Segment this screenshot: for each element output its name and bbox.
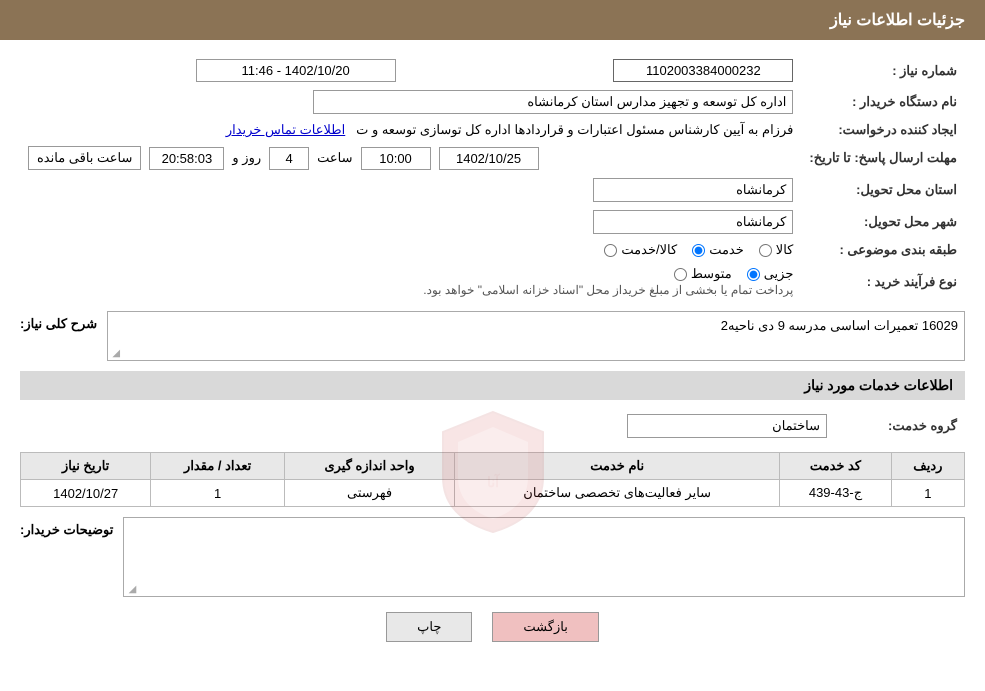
noe-radio-group: متوسط جزیی bbox=[674, 266, 794, 282]
col-tedad: تعداد / مقدار bbox=[151, 453, 285, 480]
noe-option-jozi[interactable]: جزیی bbox=[747, 266, 794, 282]
tarikh-elam-value: 1402/10/20 - 11:46 bbox=[196, 59, 396, 82]
shahr-value-cell: کرمانشاه bbox=[20, 206, 801, 238]
cell-tarikh: 1402/10/27 bbox=[21, 480, 151, 507]
tarikh-label-cell bbox=[404, 55, 454, 86]
mohlat-saat-mande-label: ساعت باقی مانده bbox=[28, 146, 141, 170]
tabaqa-label: طبقه بندی موضوعی : bbox=[801, 238, 965, 262]
services-table: ردیف کد خدمت نام خدمت واحد اندازه گیری ت… bbox=[20, 452, 965, 507]
nam-dastgah-value-cell: اداره کل توسعه و تجهیز مدارس استان کرمان… bbox=[20, 86, 801, 118]
page-title: جزئیات اطلاعات نیاز bbox=[830, 12, 965, 29]
ostan-value-cell: کرمانشاه bbox=[20, 174, 801, 206]
tabaqa-radio-kala-khedmat[interactable] bbox=[604, 244, 617, 257]
col-tarikh: تاریخ نیاز bbox=[21, 453, 151, 480]
tabaqa-radio-khedmat[interactable] bbox=[692, 244, 705, 257]
sharh-label: شرح کلی نیاز: bbox=[20, 311, 97, 332]
ijad-label: ایجاد کننده درخواست: bbox=[801, 118, 965, 142]
noe-option-motavasset[interactable]: متوسط bbox=[674, 266, 732, 282]
tabaqa-radio-kala[interactable] bbox=[759, 244, 772, 257]
cell-nam: سایر فعالیت‌های تخصصی ساختمان bbox=[455, 480, 780, 507]
resize-handle-tozihat: ◢ bbox=[126, 584, 136, 594]
table-header-row: ردیف کد خدمت نام خدمت واحد اندازه گیری ت… bbox=[21, 453, 965, 480]
tozihat-label: توضیحات خریدار: bbox=[20, 517, 113, 538]
noe-label: نوع فرآیند خرید : bbox=[801, 262, 965, 301]
noe-value-cell: متوسط جزیی پرداخت تمام یا بخشی از مبلغ خ… bbox=[20, 262, 801, 301]
tabaqa-label-kala: کالا bbox=[776, 242, 794, 258]
tabaqa-label-kala-khedmat: کالا/خدمت bbox=[621, 242, 677, 258]
mohlat-date: 1402/10/25 bbox=[439, 147, 539, 170]
ostan-value: کرمانشاه bbox=[593, 178, 793, 202]
ijad-value-cell: فرزام به آیین کارشناس مسئول اعتبارات و ق… bbox=[20, 118, 801, 142]
grooh-value: ساختمان bbox=[627, 414, 827, 438]
services-table-head: ردیف کد خدمت نام خدمت واحد اندازه گیری ت… bbox=[21, 453, 965, 480]
shahr-label: شهر محل تحویل: bbox=[801, 206, 965, 238]
tabaqa-value-cell: کالا/خدمت خدمت کالا bbox=[20, 238, 801, 262]
basic-info-table: شماره نیاز : 1102003384000232 1402/10/20… bbox=[20, 55, 965, 301]
sharh-value: 16029 تعمیرات اساسی مدرسه 9 دی ناحیه2 bbox=[721, 318, 958, 333]
ostan-label: استان محل تحویل: bbox=[801, 174, 965, 206]
resize-handle-sharh: ◢ bbox=[110, 348, 120, 358]
nam-dastgah-value: اداره کل توسعه و تجهیز مدارس استان کرمان… bbox=[313, 90, 793, 114]
shomara-value-cell: 1102003384000232 bbox=[453, 55, 801, 86]
mohlat-value-cell: ساعت باقی مانده 20:58:03 روز و 4 ساعت 10… bbox=[20, 142, 801, 174]
mohlat-label: مهلت ارسال پاسخ: تا تاریخ: bbox=[801, 142, 965, 174]
grooh-table: گروه خدمت: ساختمان bbox=[20, 410, 965, 442]
shomara-label: شماره نیاز : bbox=[801, 55, 965, 86]
table-row: 1 ج-43-439 سایر فعالیت‌های تخصصی ساختمان… bbox=[21, 480, 965, 507]
row-shahr: شهر محل تحویل: کرمانشاه bbox=[20, 206, 965, 238]
tozihat-box: ◢ bbox=[123, 517, 965, 597]
button-row: بازگشت چاپ bbox=[20, 612, 965, 642]
noe-radio-motavasset[interactable] bbox=[674, 268, 687, 281]
tabaqa-label-khedmat: خدمت bbox=[709, 242, 744, 258]
row-ostan: استان محل تحویل: کرمانشاه bbox=[20, 174, 965, 206]
mohlat-rooz-value: 4 bbox=[269, 147, 309, 170]
col-kod: کد خدمت bbox=[780, 453, 892, 480]
row-ijad: ایجاد کننده درخواست: فرزام به آیین کارشن… bbox=[20, 118, 965, 142]
row-noe: نوع فرآیند خرید : متوسط جزیی پرداخت تم bbox=[20, 262, 965, 301]
cell-radif: 1 bbox=[891, 480, 964, 507]
ijad-link[interactable]: اطلاعات تماس خریدار bbox=[226, 122, 345, 137]
col-vahed: واحد اندازه گیری bbox=[284, 453, 454, 480]
shomara-value: 1102003384000232 bbox=[613, 59, 793, 82]
tabaqa-option-kala[interactable]: کالا bbox=[759, 242, 794, 258]
services-section-title: اطلاعات خدمات مورد نیاز bbox=[20, 371, 965, 400]
tabaqa-option-kala-khedmat[interactable]: کالا/خدمت bbox=[604, 242, 677, 258]
shahr-value: کرمانشاه bbox=[593, 210, 793, 234]
ijad-value-text: فرزام به آیین کارشناس مسئول اعتبارات و ق… bbox=[356, 122, 793, 137]
noe-radio-jozi[interactable] bbox=[747, 268, 760, 281]
grooh-label: گروه خدمت: bbox=[835, 410, 965, 442]
tarikh-value-cell: 1402/10/20 - 11:46 bbox=[20, 55, 404, 86]
row-nam-dastgah: نام دستگاه خریدار : اداره کل توسعه و تجه… bbox=[20, 86, 965, 118]
sharh-section: شرح کلی نیاز: 16029 تعمیرات اساسی مدرسه … bbox=[20, 311, 965, 361]
cell-kod: ج-43-439 bbox=[780, 480, 892, 507]
row-tabaqa: طبقه بندی موضوعی : کالا/خدمت خدمت bbox=[20, 238, 965, 262]
row-mohlat: مهلت ارسال پاسخ: تا تاریخ: ساعت باقی مان… bbox=[20, 142, 965, 174]
noe-label-jozi: جزیی bbox=[764, 266, 794, 282]
sharh-box: 16029 تعمیرات اساسی مدرسه 9 دی ناحیه2 ◢ bbox=[107, 311, 965, 361]
mohlat-saat-value: 10:00 bbox=[361, 147, 431, 170]
col-nam: نام خدمت bbox=[455, 453, 780, 480]
cell-vahed: فهرستی bbox=[284, 480, 454, 507]
deadline-row: ساعت باقی مانده 20:58:03 روز و 4 ساعت 10… bbox=[28, 146, 793, 170]
main-content: شماره نیاز : 1102003384000232 1402/10/20… bbox=[0, 40, 985, 672]
tozihat-section: توضیحات خریدار: ◢ bbox=[20, 517, 965, 597]
services-table-body: 1 ج-43-439 سایر فعالیت‌های تخصصی ساختمان… bbox=[21, 480, 965, 507]
page-header: جزئیات اطلاعات نیاز bbox=[0, 0, 985, 40]
row-grooh: گروه خدمت: ساختمان bbox=[20, 410, 965, 442]
back-button[interactable]: بازگشت bbox=[492, 612, 598, 642]
page-wrapper: جزئیات اطلاعات نیاز شماره نیاز : 1102003… bbox=[0, 0, 985, 691]
mohlat-saat-label: ساعت bbox=[317, 150, 352, 166]
cell-tedad: 1 bbox=[151, 480, 285, 507]
noe-note: پرداخت تمام یا بخشی از مبلغ خریداز محل "… bbox=[423, 283, 793, 297]
row-shomara-tarikh: شماره نیاز : 1102003384000232 1402/10/20… bbox=[20, 55, 965, 86]
nam-dastgah-label: نام دستگاه خریدار : bbox=[801, 86, 965, 118]
grooh-value-cell: ساختمان bbox=[20, 410, 835, 442]
noe-label-motavasset: متوسط bbox=[691, 266, 732, 282]
print-button[interactable]: چاپ bbox=[386, 612, 472, 642]
mohlat-countdown: 20:58:03 bbox=[149, 147, 224, 170]
col-radif: ردیف bbox=[891, 453, 964, 480]
tabaqa-radio-group: کالا/خدمت خدمت کالا bbox=[604, 242, 793, 258]
mohlat-rooz-label: روز و bbox=[232, 150, 261, 166]
tabaqa-option-khedmat[interactable]: خدمت bbox=[692, 242, 744, 258]
